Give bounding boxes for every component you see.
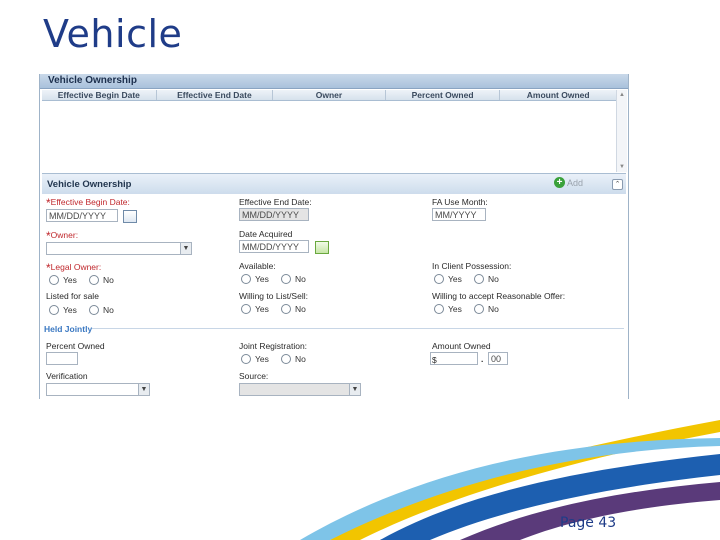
- page-number: Page 43: [560, 515, 617, 531]
- decorative-swoosh: [300, 420, 720, 540]
